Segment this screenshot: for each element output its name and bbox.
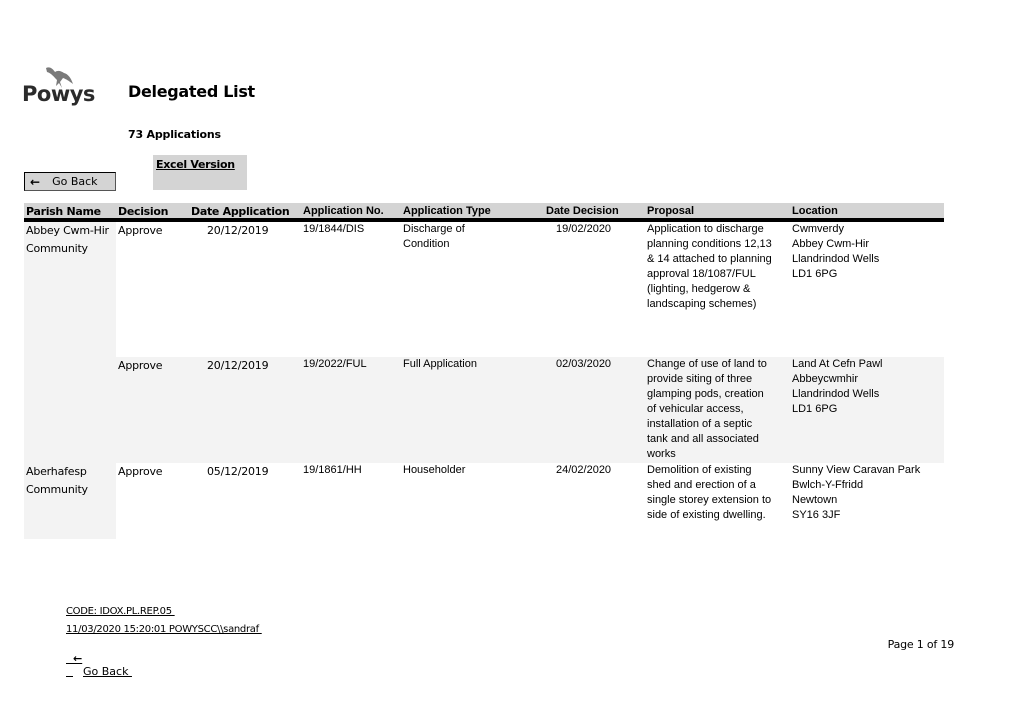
excel-version-link[interactable]: Excel Version: [156, 158, 235, 171]
cell-line: works: [647, 448, 676, 460]
location: Cwmverdy Abbey Cwm-Hir Llandrindod Wells LD…: [792, 222, 879, 282]
cell-line: Bwlch-Y-Ffridd: [792, 479, 864, 491]
report-code: CODE: IDOX.PL.REP.05: [66, 606, 175, 617]
go-back-button[interactable]: ← Go Back: [24, 172, 116, 191]
proposal: Application to discharge planning conditi…: [647, 222, 772, 312]
cell-line: Abbey Cwm-Hir: [26, 224, 109, 237]
cell-line: Llandrindod Wells: [792, 253, 880, 265]
date-application: 05/12/2019: [207, 465, 269, 478]
date-decision: 19/02/2020: [556, 223, 612, 235]
powys-logo: Powys: [22, 64, 97, 110]
table-row: Abbey Cwm-Hir Community Approve 20/12/201…: [24, 222, 944, 357]
parish-cell-bg: [24, 357, 116, 463]
cell-line: landscaping schemes): [647, 298, 757, 310]
cell-line: Abbeycwmhir: [792, 373, 859, 385]
column-header-application-type: Application Type: [403, 205, 491, 217]
footer-go-back-link[interactable]: ← Go Back: [66, 639, 132, 678]
cell-line: Newtown: [792, 494, 838, 506]
proposal: Change of use of land to provide siting o…: [647, 357, 767, 462]
excel-version-box: Excel Version: [153, 155, 247, 190]
cell-line: LD1 6PG: [792, 268, 838, 280]
go-back-label: Go Back: [52, 175, 98, 188]
application-no[interactable]: 19/2022/FUL: [303, 357, 367, 372]
cell-line: Community: [26, 242, 88, 255]
application-count: 73 Applications: [128, 128, 221, 141]
cell-line: installation of a septic: [647, 418, 753, 430]
column-header-decision: Decision: [118, 205, 169, 218]
logo-text: Powys: [22, 82, 95, 106]
cell-line: Condition: [403, 238, 450, 250]
cell-line: Land At Cefn Pawl: [792, 358, 883, 370]
column-header-parish-name: Parish Name: [26, 205, 101, 218]
cell-line: of vehicular access,: [647, 403, 744, 415]
cell-line: tank and all associated: [647, 433, 759, 445]
cell-line: side of existing dwelling.: [647, 509, 766, 521]
cell-line: single storey extension to: [647, 494, 772, 506]
cell-line: Sunny View Caravan Park: [792, 464, 921, 476]
table-row: Approve 20/12/2019 19/2022/FUL Full Appl…: [24, 357, 944, 463]
decision: Approve: [118, 224, 163, 237]
cell-line: shed and erection of a: [647, 479, 756, 491]
location: Land At Cefn Pawl Abbeycwmhir Llandrindod …: [792, 357, 883, 417]
cell-line: Demolition of existing: [647, 464, 752, 476]
parish-name: Aberhafesp Community: [26, 463, 88, 499]
cell-line: Llandrindod Wells: [792, 388, 880, 400]
cell-line: Cwmverdy: [792, 223, 844, 235]
cell-line: glamping pods, creation: [647, 388, 764, 400]
back-arrow-icon: ←: [30, 174, 41, 189]
page-title: Delegated List: [128, 82, 255, 101]
cell-line: Aberhafesp: [26, 465, 87, 478]
cell-line: approval 18/1087/FUL: [647, 268, 756, 280]
cell-line: Change of use of land to: [647, 358, 767, 370]
date-application: 20/12/2019: [207, 224, 269, 237]
application-type: Householder: [403, 464, 466, 476]
application-type: Discharge of Condition: [403, 222, 465, 252]
table-row: Aberhafesp Community Approve 05/12/2019 1…: [24, 463, 944, 539]
application-type: Full Application: [403, 358, 477, 370]
cell-line: & 14 attached to planning: [647, 253, 772, 265]
page-indicator: Page 1 of 19: [887, 638, 955, 651]
cell-line: LD1 6PG: [792, 403, 838, 415]
column-header-date-decision: Date Decision: [546, 205, 619, 217]
column-header-application-no: Application No.: [303, 205, 384, 217]
cell-line: Application to discharge: [647, 223, 764, 235]
parish-name: Abbey Cwm-Hir Community: [26, 222, 109, 258]
cell-line: (lighting, hedgerow &: [647, 283, 751, 295]
delegated-applications-table: Parish Name Decision Date Application Ap…: [24, 203, 944, 539]
column-header-date-application: Date Application: [191, 205, 290, 218]
cell-line: planning conditions 12,13: [647, 238, 772, 250]
proposal: Demolition of existing shed and erection …: [647, 463, 771, 523]
cell-line: Discharge of: [403, 223, 465, 235]
date-application: 20/12/2019: [207, 359, 269, 372]
table-header: Parish Name Decision Date Application Ap…: [24, 203, 944, 222]
date-decision: 02/03/2020: [556, 358, 612, 370]
decision: Approve: [118, 359, 163, 372]
back-arrow-icon: ←: [73, 652, 83, 665]
date-decision: 24/02/2020: [556, 464, 612, 476]
decision: Approve: [118, 465, 163, 478]
footer-go-back-label: Go Back: [83, 665, 132, 678]
cell-line: Abbey Cwm-Hir: [792, 238, 870, 250]
column-header-proposal: Proposal: [647, 205, 695, 217]
application-no[interactable]: 19/1861/HH: [303, 463, 362, 478]
application-no[interactable]: 19/1844/DIS: [303, 222, 364, 237]
cell-line: provide siting of three: [647, 373, 753, 385]
column-header-location: Location: [792, 205, 838, 217]
cell-line: Community: [26, 483, 88, 496]
location: Sunny View Caravan Park Bwlch-Y-Ffridd New…: [792, 463, 920, 523]
cell-line: SY16 3JF: [792, 509, 841, 521]
report-timestamp-user: 11/03/2020 15:20:01 POWYSCC\\sandraf: [66, 624, 262, 635]
